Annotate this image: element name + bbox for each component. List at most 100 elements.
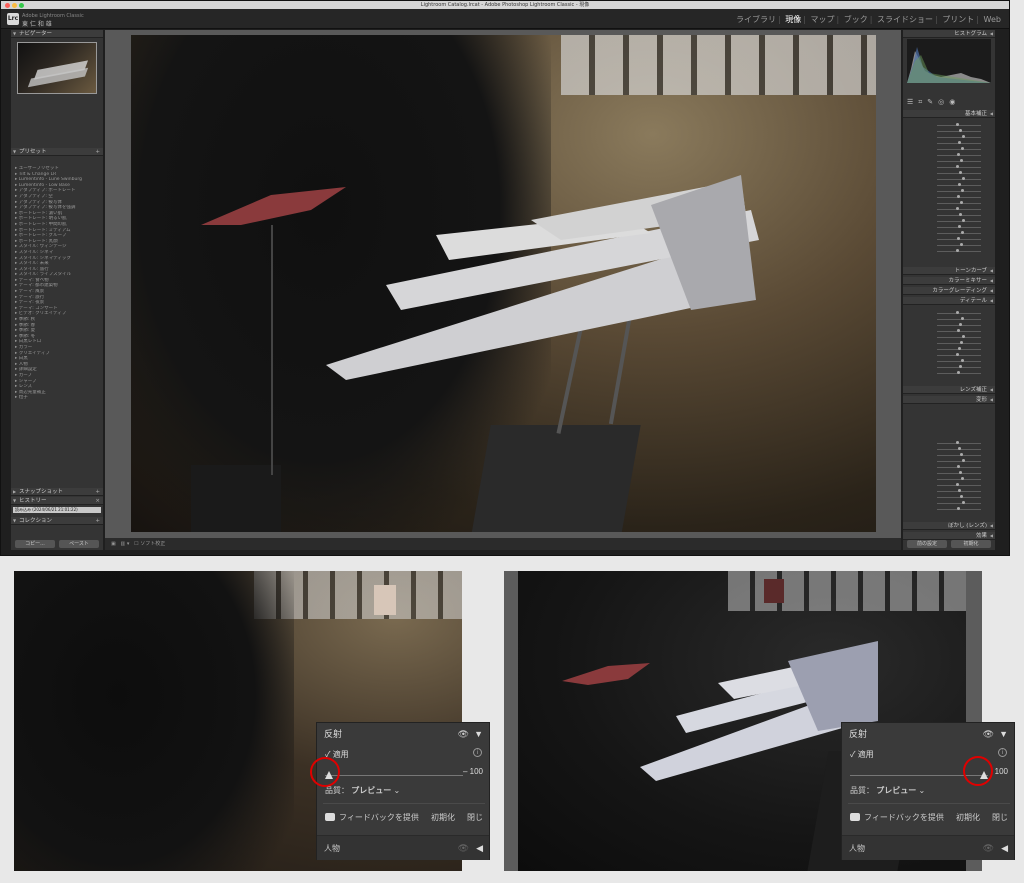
histogram [907, 39, 991, 83]
user-name: 東 仁 和 雄 [22, 21, 52, 28]
lightroom-window: Lightroom Catalog.lrcat - Adobe Photosho… [0, 0, 1010, 556]
expand-arrow-icon[interactable]: ◀ [476, 836, 483, 861]
module-book[interactable]: ブック [844, 14, 868, 25]
quality-value[interactable]: プレビュー [876, 786, 916, 795]
transform-header[interactable]: 変形 [903, 396, 995, 404]
visibility-eye-icon[interactable]: 👁 [458, 723, 469, 745]
right-panel: ヒストグラム ☰⌗✎◎◉ 基本補正 トーンカーブ カラーミキサー カラーグレーデ… [903, 30, 995, 550]
transform-sliders [907, 440, 991, 512]
paste-button[interactable]: ペースト [59, 540, 99, 548]
collapse-triangle-icon[interactable]: ▼ [474, 723, 483, 745]
basic-sliders [907, 122, 991, 254]
popover-header: 反射 👁 ▼ [842, 723, 1014, 745]
quality-value[interactable]: プレビュー [351, 786, 391, 795]
color-mixer-header[interactable]: カラーミキサー [903, 277, 995, 285]
people-eye-icon[interactable]: 👁 [983, 836, 994, 861]
snapshots-header[interactable]: スナップショット+ [11, 488, 103, 496]
loupe-view-icon[interactable]: ▣ [111, 541, 116, 547]
people-section[interactable]: 人物 👁 ◀ [317, 835, 489, 860]
adjustment-slider[interactable] [907, 506, 991, 512]
module-print[interactable]: プリント [942, 14, 974, 25]
preset-item[interactable]: ▸ 粒子 [15, 395, 99, 401]
spaceship-model-icon [201, 175, 759, 380]
add-preset-icon[interactable]: + [95, 148, 100, 156]
reset-link[interactable]: 初期化 [956, 805, 980, 831]
before-after-icon[interactable]: ▥ ▾ [121, 541, 130, 547]
presets-header[interactable]: プリセット+ [11, 148, 103, 156]
blur-header[interactable]: ぼかし (レンズ) [903, 522, 995, 530]
expand-arrow-icon[interactable]: ◀ [1001, 836, 1008, 861]
quality-row: 品質： プレビュー ⌄ [325, 786, 401, 795]
collapse-triangle-icon[interactable]: ▼ [999, 723, 1008, 745]
popover-footer: フィードバックを提供 初期化 閉じる [842, 805, 1014, 848]
popover-title: 反射 [849, 729, 868, 739]
navigator-header[interactable]: ナビゲーター [11, 30, 103, 38]
quality-row: 品質： プレビュー ⌄ [850, 786, 926, 795]
highlight-circle-left [310, 757, 340, 787]
feedback-link[interactable]: フィードバックを提供 [864, 805, 944, 831]
color-grading-header[interactable]: カラーグレーディング [903, 287, 995, 295]
info-icon[interactable]: i [473, 748, 482, 757]
slider-value: 100 [994, 767, 1008, 776]
mask-icon[interactable]: ◎ [938, 98, 949, 106]
screenshot-root: Lightroom Catalog.lrcat - Adobe Photosho… [0, 0, 1024, 883]
module-slideshow[interactable]: スライドショー [877, 14, 933, 25]
people-section[interactable]: 人物 👁 ◀ [842, 835, 1014, 860]
histogram-header[interactable]: ヒストグラム [903, 30, 995, 38]
lrc-logo-icon: Lrc [7, 13, 19, 25]
copy-button[interactable]: コピー... [15, 540, 55, 548]
feedback-link[interactable]: フィードバックを提供 [339, 805, 419, 831]
adjustment-slider[interactable] [907, 248, 991, 254]
develop-canvas [105, 30, 901, 538]
previous-settings-button[interactable]: 前の設定 [907, 540, 947, 548]
develop-toolbar: ▣ ▥ ▾ ☐ ソフト校正 [105, 538, 901, 550]
window-titlebar: Lightroom Catalog.lrcat - Adobe Photosho… [1, 1, 1009, 9]
module-picker: ライブラリ | 現像 | マップ | ブック | スライドショー | プリント | Web [736, 14, 1001, 25]
soft-proof-label: ソフト校正 [140, 541, 166, 547]
edit-sliders-icon[interactable]: ☰ [907, 98, 918, 106]
popover-title: 反射 [324, 729, 343, 739]
close-window-icon[interactable] [5, 3, 10, 8]
detail-header[interactable]: ディテール [903, 297, 995, 305]
apply-checkbox[interactable]: ✓ 適用 [850, 749, 874, 760]
module-map[interactable]: マップ [811, 14, 835, 25]
heal-icon[interactable]: ✎ [927, 98, 938, 106]
reset-button[interactable]: 初期化 [951, 540, 991, 548]
module-web[interactable]: Web [984, 15, 1001, 24]
identity-plate: Lrc Adobe Lightroom Classic 東 仁 和 雄 ライブラ… [1, 9, 1009, 29]
module-library[interactable]: ライブラリ [736, 14, 776, 25]
reflection-popover-before: 反射 👁 ▼ ✓ 適用 i – 100 品質： プレビュー ⌄ フィードバックを… [316, 722, 490, 860]
main-photo[interactable] [131, 35, 876, 532]
detail-sliders [907, 310, 991, 376]
basic-header[interactable]: 基本補正 [903, 110, 995, 118]
soft-proof-checkbox[interactable]: ☐ [134, 541, 138, 547]
info-icon[interactable]: i [998, 748, 1007, 757]
feedback-icon [325, 813, 335, 821]
crop-icon[interactable]: ⌗ [918, 98, 927, 106]
popover-header: 反射 👁 ▼ [317, 723, 489, 745]
redeye-icon[interactable]: ◉ [949, 98, 960, 106]
reflection-amount-slider[interactable] [325, 770, 463, 780]
history-item[interactable]: 読み込み (2024/06/21 21:01:22) [13, 507, 101, 513]
slider-value: – 100 [462, 767, 483, 776]
navigator-thumbnail[interactable] [17, 42, 97, 94]
history-header[interactable]: ヒストリー× [11, 497, 103, 505]
reset-link[interactable]: 初期化 [431, 805, 455, 831]
adjustment-slider[interactable] [907, 370, 991, 376]
module-develop[interactable]: 現像 [785, 14, 801, 25]
lens-header[interactable]: レンズ補正 [903, 386, 995, 394]
develop-tools: ☰⌗✎◎◉ [907, 98, 991, 108]
visibility-eye-icon[interactable]: 👁 [983, 723, 994, 745]
highlight-circle-right [963, 756, 993, 786]
popover-footer: フィードバックを提供 初期化 閉じる [317, 805, 489, 848]
presets-list: ▸ ユーザープリセット ▸ Tilt & Change LR ▸ Lumentinf… [11, 160, 103, 514]
collections-header[interactable]: コレクション+ [11, 517, 103, 525]
window-title: Lightroom Catalog.lrcat - Adobe Photosho… [420, 2, 590, 8]
people-eye-icon[interactable]: 👁 [458, 836, 469, 861]
maximize-window-icon[interactable] [19, 3, 24, 8]
feedback-icon [850, 813, 860, 821]
tone-curve-header[interactable]: トーンカーブ [903, 267, 995, 275]
minimize-window-icon[interactable] [12, 3, 17, 8]
effects-header[interactable]: 効果 [903, 532, 995, 540]
left-panel: ナビゲーター プリセット+ ▸ ユーザープリセット▸ Tilt & Change… [11, 30, 103, 550]
